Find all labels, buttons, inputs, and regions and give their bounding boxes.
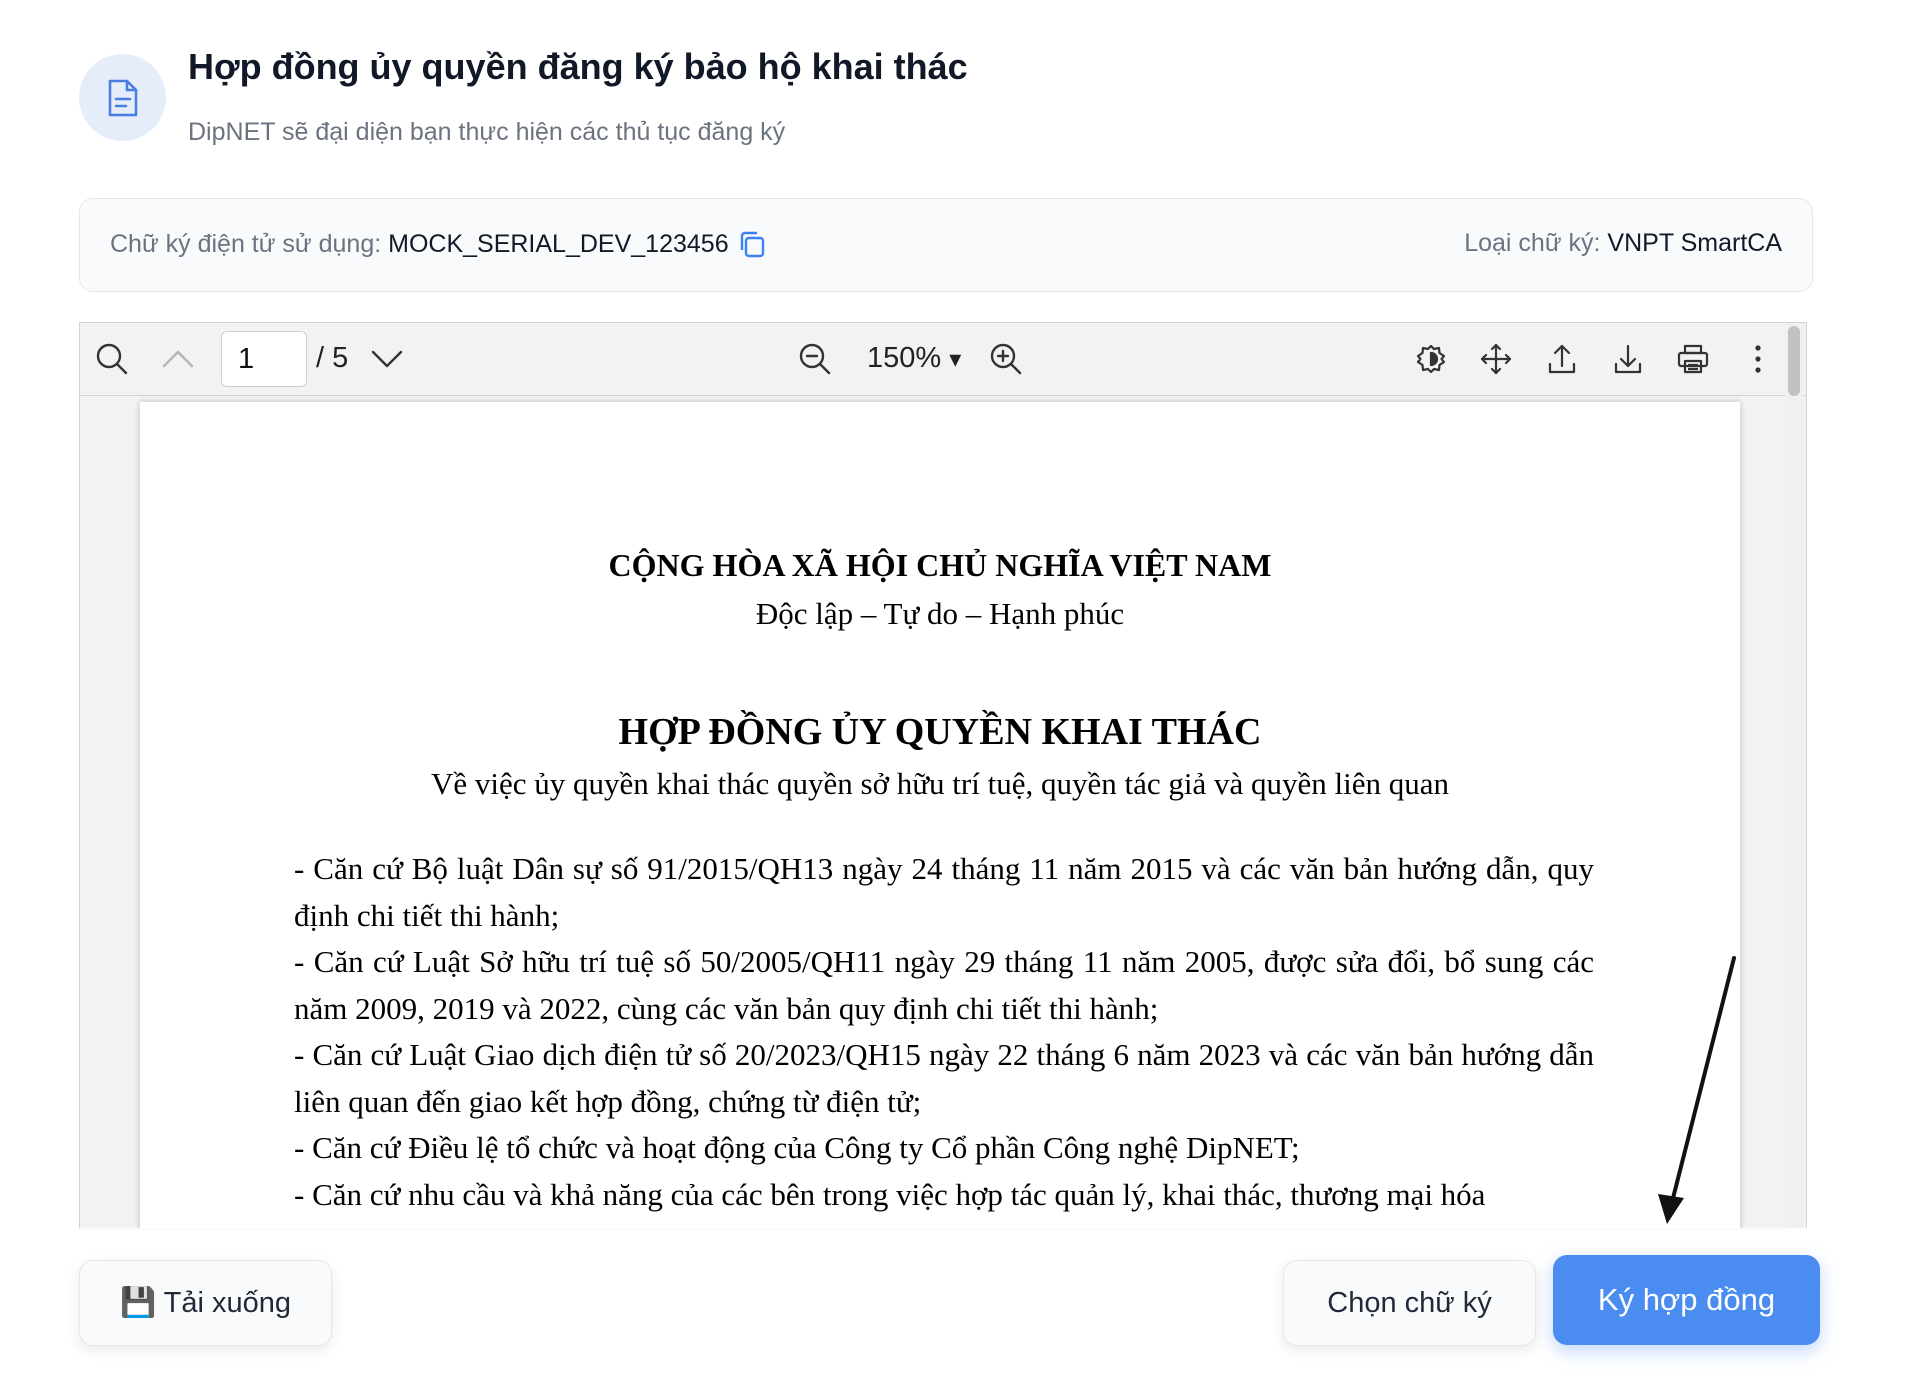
signature-type-info: Loại chữ ký: VNPT SmartCA: [1464, 229, 1782, 258]
certificate-info: Chữ ký điện tử sử dụng: MOCK_SERIAL_DEV_…: [110, 229, 767, 259]
previous-page-icon[interactable]: [156, 337, 200, 381]
total-pages: / 5: [316, 342, 349, 374]
signature-type-label: Loại chữ ký:: [1464, 229, 1601, 257]
upload-icon[interactable]: [1540, 337, 1584, 381]
doc-clause: - Căn cứ Luật Giao dịch điện tử số 20/20…: [294, 1037, 1594, 1119]
signature-info-bar: Chữ ký điện tử sử dụng: MOCK_SERIAL_DEV_…: [79, 198, 1813, 292]
more-options-icon[interactable]: [1736, 337, 1780, 381]
page-subtitle: DipNET sẽ đại diện bạn thực hiện các thủ…: [188, 118, 786, 146]
next-page-icon[interactable]: [365, 337, 409, 381]
annotation-arrow: [1658, 956, 1736, 1224]
signature-type-value: VNPT SmartCA: [1607, 229, 1782, 257]
print-icon[interactable]: [1671, 337, 1715, 381]
doc-clause: - Căn cứ Luật Sở hữu trí tuệ số 50/2005/…: [294, 944, 1594, 1026]
zoom-in-icon[interactable]: [984, 337, 1028, 381]
doc-nation-heading: CỘNG HÒA XÃ HỘI CHỦ NGHĨA VIỆT NAM: [608, 547, 1272, 583]
pdf-viewer: / 5 150% ▾: [79, 322, 1807, 1230]
doc-clause: - Căn cứ nhu cầu và khả năng của các bên…: [294, 1176, 1486, 1212]
doc-clause: - Căn cứ Bộ luật Dân sự số 91/2015/QH13 …: [294, 851, 1594, 933]
pdf-canvas[interactable]: CỘNG HÒA XÃ HỘI CHỦ NGHĨA VIỆT NAM Độc l…: [80, 396, 1806, 1229]
search-icon[interactable]: [90, 337, 134, 381]
zoom-out-icon[interactable]: [793, 337, 837, 381]
doc-subject: Về việc ủy quyền khai thác quyền sở hữu …: [430, 766, 1449, 801]
certificate-serial: MOCK_SERIAL_DEV_123456: [388, 229, 729, 258]
zoom-level-select[interactable]: 150% ▾: [867, 342, 961, 375]
chevron-down-icon: ▾: [949, 346, 962, 373]
pdf-page: CỘNG HÒA XÃ HỘI CHỦ NGHĨA VIỆT NAM Độc l…: [140, 402, 1740, 1229]
choose-signature-button[interactable]: Chọn chữ ký: [1283, 1260, 1536, 1346]
document-icon: [79, 54, 166, 141]
doc-motto: Độc lập – Tự do – Hạnh phúc: [755, 596, 1125, 631]
page-number-input[interactable]: [221, 331, 307, 387]
rotate-icon[interactable]: [1409, 337, 1453, 381]
download-icon[interactable]: [1606, 337, 1650, 381]
sign-contract-button[interactable]: Ký hợp đồng: [1553, 1255, 1820, 1345]
pan-icon[interactable]: [1474, 337, 1518, 381]
zoom-level: 150%: [867, 342, 942, 374]
doc-title: HỢP ĐỒNG ỦY QUYỀN KHAI THÁC: [618, 711, 1262, 753]
copy-icon[interactable]: [737, 229, 767, 259]
download-button[interactable]: 💾 Tải xuống: [79, 1260, 332, 1346]
doc-clauses: - Căn cứ Bộ luật Dân sự số 91/2015/QH13 …: [294, 846, 1594, 1218]
vertical-scrollbar[interactable]: [1785, 324, 1803, 1229]
certificate-label: Chữ ký điện tử sử dụng:: [110, 229, 382, 258]
page-title: Hợp đồng ủy quyền đăng ký bảo hộ khai th…: [188, 46, 968, 87]
doc-clause: - Căn cứ Điều lệ tổ chức và hoạt động củ…: [294, 1130, 1300, 1165]
scrollbar-thumb[interactable]: [1788, 326, 1800, 396]
pdf-toolbar: / 5 150% ▾: [80, 323, 1806, 396]
